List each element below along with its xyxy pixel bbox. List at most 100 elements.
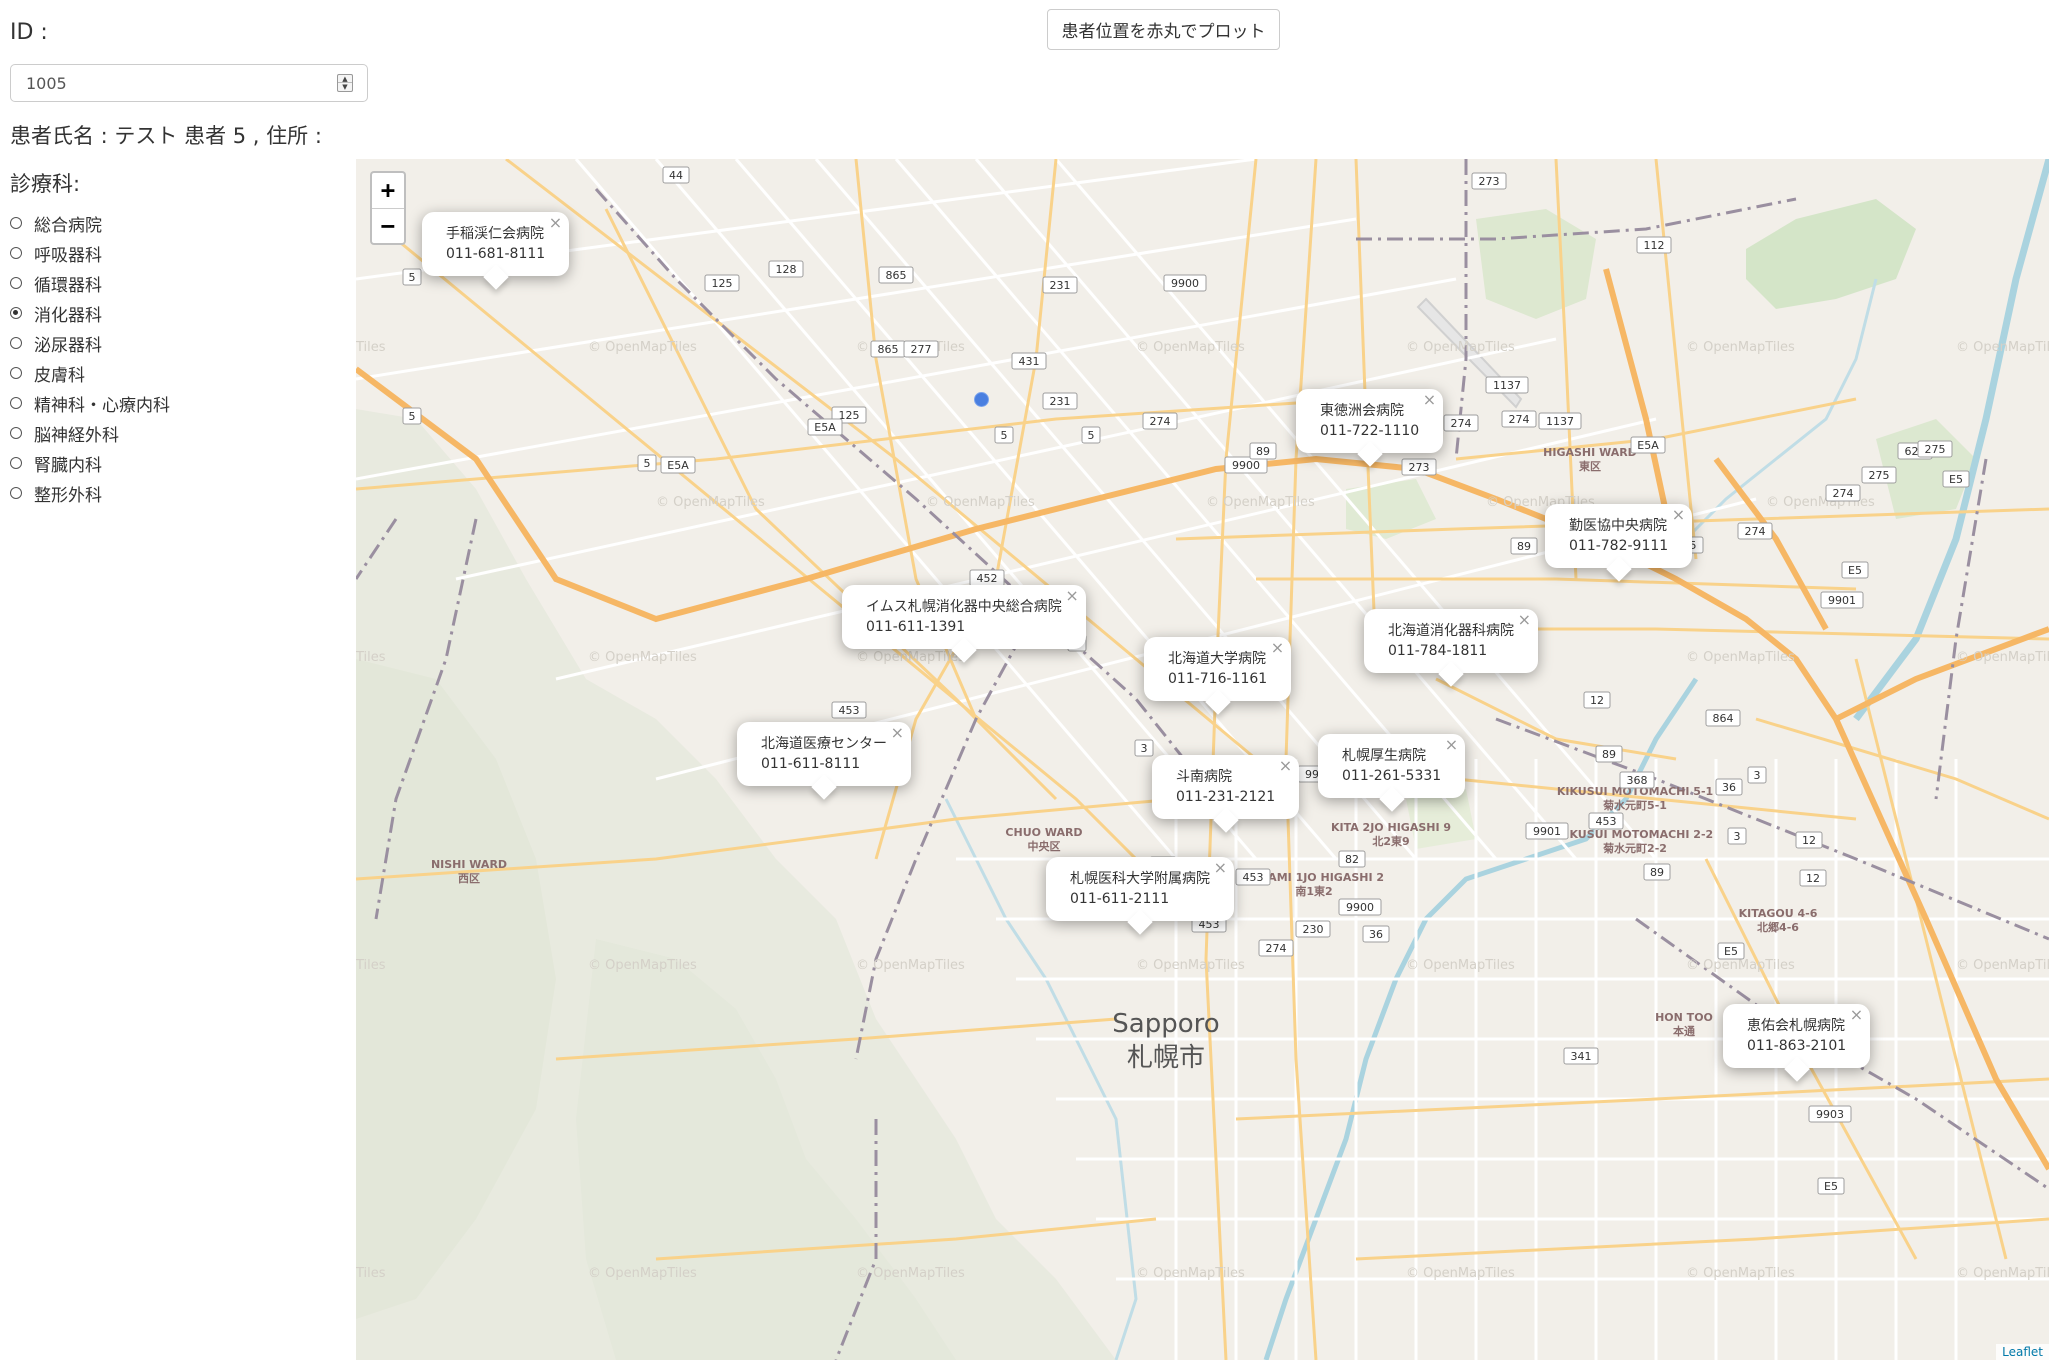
department-option[interactable]: 呼吸器科: [10, 238, 170, 268]
close-icon[interactable]: ×: [1445, 736, 1458, 754]
hospital-popup[interactable]: × 札幌厚生病院 011-261-5331: [1318, 734, 1466, 812]
department-option[interactable]: 皮膚科: [10, 358, 170, 388]
zoom-out-button[interactable]: −: [372, 209, 404, 244]
close-icon[interactable]: ×: [1271, 639, 1284, 657]
hospital-popup[interactable]: × 勤医協中央病院 011-782-9111: [1545, 504, 1693, 582]
id-spinner[interactable]: ▲ ▼: [337, 74, 353, 92]
close-icon[interactable]: ×: [1518, 611, 1531, 629]
radio-button[interactable]: [10, 487, 22, 499]
department-option[interactable]: 精神科・心療内科: [10, 388, 170, 418]
svg-text:© OpenMapTiles: © OpenMapTiles: [1406, 340, 1515, 355]
route-shield: 864: [1705, 709, 1741, 727]
svg-text:12: 12: [1590, 694, 1604, 707]
radio-button[interactable]: [10, 367, 22, 379]
svg-text:5: 5: [409, 271, 416, 284]
close-icon[interactable]: ×: [1214, 859, 1227, 877]
radio-button[interactable]: [10, 457, 22, 469]
close-icon[interactable]: ×: [1065, 587, 1078, 605]
radio-button[interactable]: [10, 427, 22, 439]
route-shield: 368: [1619, 771, 1655, 789]
close-icon[interactable]: ×: [1423, 391, 1436, 409]
department-option-label: 整形外科: [34, 485, 102, 506]
department-option[interactable]: 脳神経外科: [10, 418, 170, 448]
department-option[interactable]: 腎臓内科: [10, 448, 170, 478]
svg-text:36: 36: [1369, 928, 1383, 941]
radio-button[interactable]: [10, 277, 22, 289]
close-icon[interactable]: ×: [891, 724, 904, 742]
svg-text:© OpenMapTiles: © OpenMapTiles: [588, 958, 697, 973]
radio-button[interactable]: [10, 337, 22, 349]
route-shield: 275: [1917, 440, 1953, 458]
route-shield: 9900: [1338, 898, 1382, 916]
hospital-phone: 011-611-2111: [1070, 891, 1170, 907]
svg-text:9900: 9900: [1232, 459, 1260, 472]
svg-text:89: 89: [1602, 748, 1616, 761]
hospital-popup[interactable]: × 手稲渓仁会病院 011-681-8111: [422, 212, 570, 290]
svg-text:3: 3: [1734, 830, 1741, 843]
department-option[interactable]: 総合病院: [10, 208, 170, 238]
svg-text:274: 274: [1150, 415, 1171, 428]
id-input[interactable]: [12, 66, 350, 100]
close-icon[interactable]: ×: [1279, 757, 1292, 775]
route-shield: 865: [878, 266, 914, 284]
department-label: 診療科:: [10, 172, 81, 196]
hospital-popup[interactable]: × 恵佑会札幌病院 011-863-2101: [1723, 1004, 1871, 1082]
svg-text:112: 112: [1644, 239, 1665, 252]
svg-text:© OpenMapTiles: © OpenMapTiles: [1406, 1266, 1515, 1281]
svg-text:9901: 9901: [1828, 594, 1856, 607]
department-option-label: 呼吸器科: [34, 245, 102, 266]
close-icon[interactable]: ×: [549, 214, 562, 232]
zoom-in-button[interactable]: +: [372, 173, 404, 209]
route-shield: 273: [1401, 458, 1437, 476]
route-shield: 277: [903, 340, 939, 358]
route-shield: E5A: [1630, 436, 1666, 454]
close-icon[interactable]: ×: [1672, 506, 1685, 524]
svg-text:© OpenMapTiles: © OpenMapTiles: [856, 1266, 965, 1281]
leaflet-attribution-link[interactable]: Leaflet: [1996, 1344, 2049, 1360]
close-icon[interactable]: ×: [1850, 1006, 1863, 1024]
department-option[interactable]: 循環器科: [10, 268, 170, 298]
patient-location-marker[interactable]: [974, 392, 989, 407]
svg-text:© OpenMapTiles: © OpenMapTiles: [1406, 958, 1515, 973]
plot-patient-button[interactable]: 患者位置を赤丸でプロット: [1047, 9, 1280, 50]
spinner-up-icon[interactable]: ▲: [338, 75, 352, 83]
radio-button[interactable]: [10, 247, 22, 259]
radio-button[interactable]: [10, 217, 22, 229]
svg-text:3: 3: [1141, 742, 1148, 755]
svg-text:9900: 9900: [1346, 901, 1374, 914]
route-shield: 231: [1042, 392, 1078, 410]
hospital-popup[interactable]: × 北海道大学病院 011-716-1161: [1144, 637, 1292, 715]
hospital-popup[interactable]: × 東徳洲会病院 011-722-1110: [1296, 389, 1444, 467]
svg-text:© OpenMapTiles: © OpenMapTiles: [1956, 650, 2049, 665]
hospital-phone: 011-681-8111: [446, 246, 546, 262]
department-option[interactable]: 整形外科: [10, 478, 170, 508]
route-shield: 89: [1643, 863, 1671, 881]
svg-text:9900: 9900: [1171, 277, 1199, 290]
spinner-down-icon[interactable]: ▼: [338, 83, 352, 91]
district-label: 菊水元町2-2: [1603, 841, 1667, 855]
route-shield: 865: [870, 340, 906, 358]
map-container[interactable]: Tiles © OpenMapTiles © OpenMapTiles © OpenM…: [356, 159, 2049, 1360]
radio-button[interactable]: [10, 307, 22, 319]
hospital-popup[interactable]: × イムス札幌消化器中央総合病院 011-611-1391: [842, 585, 1086, 663]
svg-text:© OpenMapTiles: © OpenMapTiles: [1686, 1266, 1795, 1281]
route-shield: 341: [1563, 1047, 1599, 1065]
route-shield: E5A: [807, 418, 843, 436]
route-shield: 44: [662, 166, 690, 184]
hospital-popup[interactable]: × 札幌医科大学附属病院 011-611-2111: [1046, 857, 1234, 935]
svg-text:89: 89: [1517, 540, 1531, 553]
hospital-popup[interactable]: × 斗南病院 011-231-2121: [1152, 755, 1300, 833]
svg-text:9901: 9901: [1533, 825, 1561, 838]
radio-button[interactable]: [10, 397, 22, 409]
id-input-container: ▲ ▼: [10, 64, 368, 102]
department-option[interactable]: 泌尿器科: [10, 328, 170, 358]
route-shield: 231: [1042, 276, 1078, 294]
route-shield: 12: [1583, 691, 1611, 709]
hospital-popup[interactable]: × 北海道消化器科病院 011-784-1811: [1364, 609, 1538, 687]
district-label: 菊水元町5-1: [1603, 798, 1667, 812]
route-shield: 128: [768, 260, 804, 278]
hospital-popup[interactable]: × 北海道医療センター 011-611-8111: [737, 722, 911, 800]
department-option[interactable]: 消化器科: [10, 298, 170, 328]
svg-text:36: 36: [1722, 781, 1736, 794]
hospital-phone: 011-261-5331: [1342, 768, 1442, 784]
